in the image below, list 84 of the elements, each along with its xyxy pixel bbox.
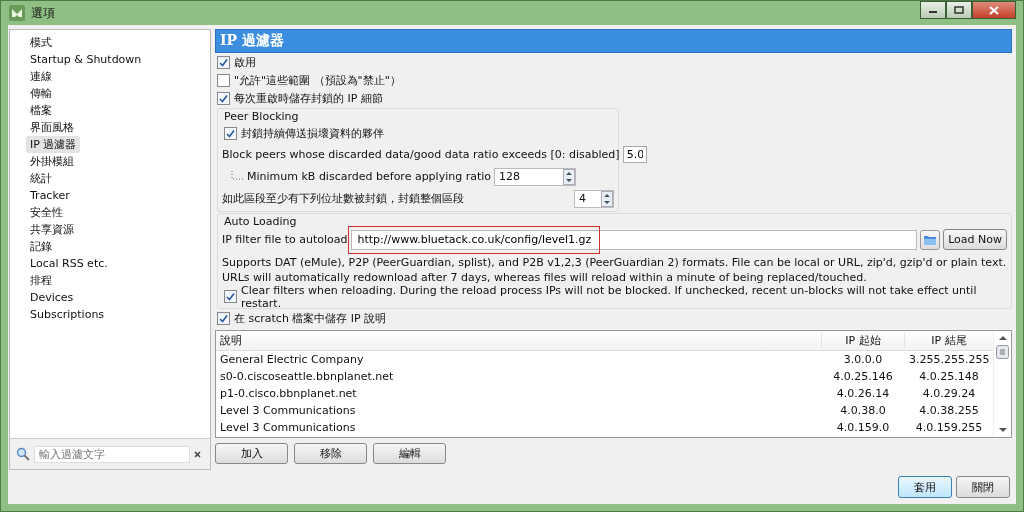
sidebar-item[interactable]: Subscriptions bbox=[26, 306, 109, 323]
checkbox[interactable] bbox=[217, 74, 230, 87]
table-cell-text: 4.0.38.255 bbox=[918, 404, 980, 417]
table-cell-text: 3.255.255.255 bbox=[908, 353, 991, 366]
window-title: 選項 bbox=[31, 4, 55, 22]
table-cell-text: 4.0.25.148 bbox=[918, 370, 980, 383]
folder-icon bbox=[923, 233, 938, 246]
scroll-down-icon[interactable] bbox=[998, 427, 1007, 433]
table-cell-text: 4.0.26.14 bbox=[835, 387, 891, 400]
range-spinbox[interactable]: 4 bbox=[574, 189, 614, 208]
search-icon bbox=[16, 447, 30, 461]
scrollbar[interactable] bbox=[993, 331, 1011, 437]
checkbox[interactable] bbox=[217, 92, 230, 105]
clear-icon[interactable] bbox=[194, 450, 201, 458]
table-cell-text: Level 3 Communications bbox=[219, 421, 357, 434]
table-action-button[interactable]: 移除 bbox=[294, 443, 367, 464]
table-cell-text: 4.0.25.146 bbox=[832, 370, 894, 383]
scroll-up-icon[interactable] bbox=[998, 335, 1007, 341]
minimum-spinbox[interactable]: 128 bbox=[494, 167, 577, 186]
description-text: Supports DAT (eMule), P2P (PeerGuardian, splist), and P2B v1,2,3 (PeerGuardian 2) formats. File can be local or URL, zip'd, gzip'd or plain text. URLs will automatically redownload after 7 days, whereas files will reload within a minute of being replaced/touched. bbox=[222, 255, 1007, 285]
maximize-button[interactable] bbox=[946, 1, 972, 19]
table-action-button[interactable]: 加入 bbox=[215, 443, 288, 464]
sidebar-item[interactable]: 模式 bbox=[26, 34, 56, 51]
close-button[interactable] bbox=[972, 1, 1016, 19]
field-label: IP filter file to autoload bbox=[222, 233, 348, 246]
checkbox[interactable] bbox=[224, 290, 237, 303]
url-field[interactable]: http://www.bluetack.co.uk/config/level1.gz bbox=[350, 229, 918, 250]
table-cell-text: General Electric Company bbox=[219, 353, 365, 366]
dialog-button[interactable]: 套用 bbox=[898, 476, 952, 498]
sidebar-item[interactable]: IP 過濾器 bbox=[26, 136, 81, 153]
ratio-field[interactable]: 5.0 bbox=[622, 146, 647, 163]
page-title: IP 過濾器 bbox=[215, 29, 1012, 53]
dialog-button[interactable]: 關閉 bbox=[956, 476, 1010, 498]
sidebar-item[interactable]: 共享資源 bbox=[26, 221, 78, 238]
column-header[interactable]: IP 起始 bbox=[821, 333, 904, 348]
sidebar-item[interactable]: Devices bbox=[26, 289, 78, 306]
sidebar-item[interactable]: 傳輸 bbox=[26, 85, 56, 102]
field-label: Minimum kB discarded before applying ratio bbox=[247, 170, 492, 183]
load-now-button[interactable]: Load Now bbox=[943, 229, 1007, 250]
option-label: 在 scratch 檔案中儲存 IP 說明 bbox=[234, 311, 387, 326]
table-action-button[interactable]: 編輯 bbox=[373, 443, 446, 464]
spin-arrows-icon[interactable] bbox=[563, 168, 576, 185]
sidebar-item[interactable]: 外掛模組 bbox=[26, 153, 78, 170]
field-label: Block peers whose discarded data/good data ratio exceeds [0: disabled] bbox=[222, 148, 620, 161]
minimize-button[interactable] bbox=[920, 1, 946, 19]
table-cell-text: 3.0.0.0 bbox=[842, 353, 884, 366]
close-icon bbox=[989, 5, 999, 15]
sidebar-item[interactable]: 排程 bbox=[26, 272, 56, 289]
option-label: 每次重啟時儲存封鎖的 IP 細節 bbox=[234, 91, 383, 106]
sidebar-item[interactable]: 統計 bbox=[26, 170, 56, 187]
browse-button[interactable] bbox=[920, 229, 941, 250]
option-label: Clear filters when reloading. During the reload process IPs will not be blocked. If unchecked, recent un-blocks will not take effect until restart. bbox=[241, 283, 978, 310]
table-cell-text: 4.0.159.255 bbox=[914, 421, 984, 434]
checkbox[interactable] bbox=[224, 127, 237, 140]
sidebar-item[interactable]: 安全性 bbox=[26, 204, 67, 221]
table-cell-text: Level 3 Communications bbox=[219, 404, 357, 417]
maximize-icon bbox=[954, 6, 964, 14]
group-title: Auto Loading bbox=[222, 215, 299, 228]
sidebar-item[interactable]: Tracker bbox=[26, 187, 74, 204]
table-cell-text: 4.0.29.24 bbox=[921, 387, 977, 400]
table-cell-text: 4.0.159.0 bbox=[835, 421, 891, 434]
sidebar-item[interactable]: Startup & Shutdown bbox=[26, 51, 146, 68]
option-label: 啟用 bbox=[234, 55, 256, 70]
checkbox[interactable] bbox=[217, 56, 230, 69]
checkbox[interactable] bbox=[217, 312, 230, 325]
sidebar-item[interactable]: 界面風格 bbox=[26, 119, 78, 136]
group-title: Peer Blocking bbox=[222, 110, 301, 123]
spin-arrows-icon[interactable] bbox=[601, 190, 613, 207]
table-cell-text: s0-0.ciscoseattle.bbnplanet.net bbox=[219, 370, 395, 383]
sidebar-item[interactable]: 記錄 bbox=[26, 238, 56, 255]
tree-branch-icon bbox=[230, 170, 244, 183]
column-header[interactable]: 說明 bbox=[216, 333, 821, 348]
app-icon bbox=[9, 5, 25, 21]
filter-field[interactable]: 輸入過濾文字 bbox=[34, 445, 190, 463]
sidebar-item[interactable]: 檔案 bbox=[26, 102, 56, 119]
table-cell-text: 4.0.38.0 bbox=[839, 404, 887, 417]
column-header[interactable]: IP 結尾 bbox=[904, 333, 993, 348]
option-label: "允許"這些範圍 （預設為"禁止"） bbox=[234, 73, 401, 88]
table-cell-text: p1-0.cisco.bbnplanet.net bbox=[219, 387, 358, 400]
field-label: 如此區段至少有下列位址數被封鎖，封鎖整個區段 bbox=[222, 191, 465, 206]
option-label: 封鎖持續傳送損壞資料的夥伴 bbox=[241, 126, 384, 141]
sidebar-item[interactable]: 連線 bbox=[26, 68, 56, 85]
scroll-thumb[interactable] bbox=[996, 345, 1009, 359]
sidebar-item[interactable]: Local RSS etc. bbox=[26, 255, 112, 272]
